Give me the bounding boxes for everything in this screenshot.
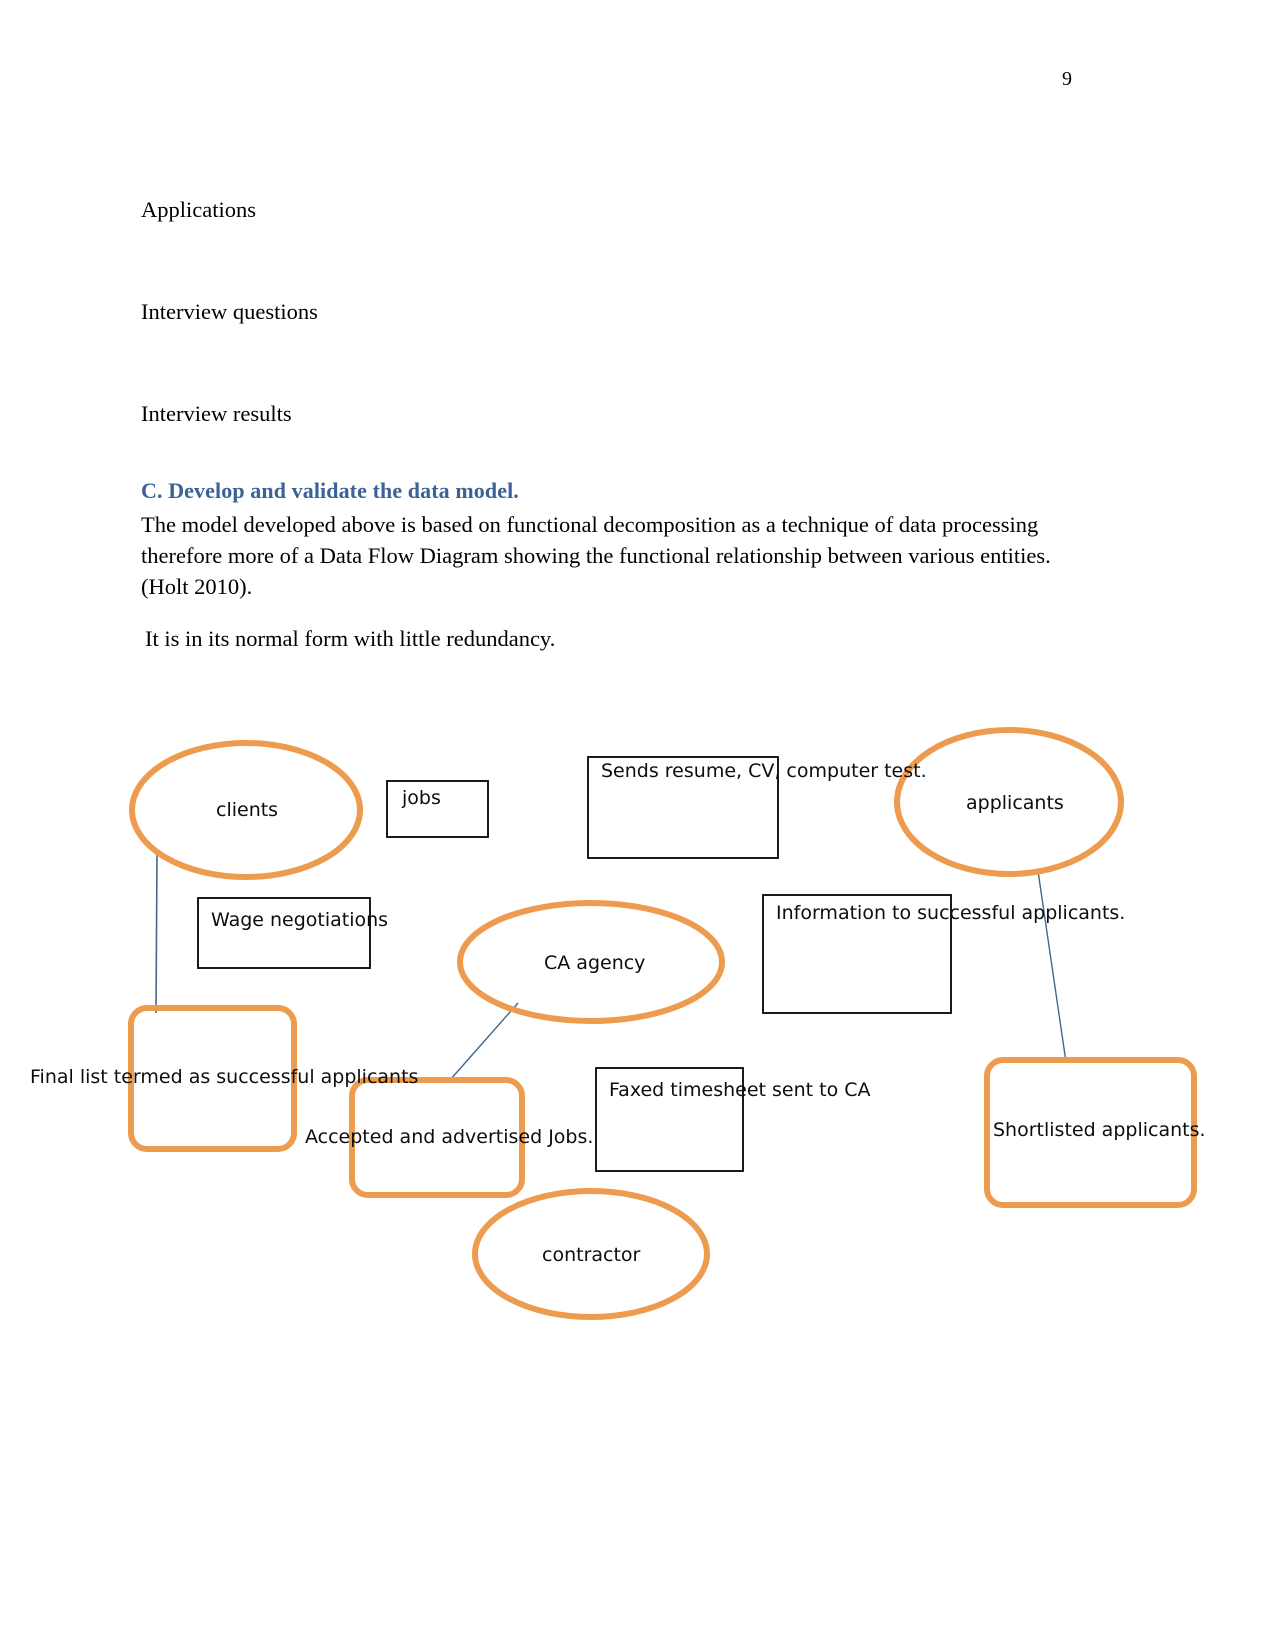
- document-page: 9 Applications Interview questions Inter…: [0, 0, 1275, 1650]
- page-number: 9: [1062, 68, 1072, 90]
- label-ca-agency: CA agency: [544, 952, 646, 974]
- label-sends-resume: Sends resume, CV, computer test.: [601, 760, 927, 782]
- label-accepted-jobs: Accepted and advertised Jobs.: [305, 1126, 594, 1148]
- connector-applicants-shortlisted: [1037, 870, 1067, 1063]
- connector-clients-final-list: [155, 854, 158, 1014]
- label-contractor: contractor: [542, 1244, 641, 1266]
- section-heading: C. Develop and validate the data model.: [141, 478, 519, 503]
- section-paragraph-2: It is in its normal form with little red…: [145, 626, 556, 651]
- label-applicants: applicants: [966, 792, 1064, 814]
- data-flow-diagram: [0, 0, 1275, 1650]
- label-faxed-timesheet: Faxed timesheet sent to CA: [609, 1079, 871, 1101]
- label-final-list: Final list termed as successful applican…: [30, 1066, 419, 1088]
- connector-ca-agency-accepted: [449, 1002, 519, 1081]
- section-paragraph: The model developed above is based on fu…: [141, 512, 1051, 599]
- entity-ellipses: [129, 727, 1124, 1320]
- text-line-interview-questions: Interview questions: [141, 299, 318, 324]
- store-boxes: [128, 1005, 1197, 1208]
- text-line-applications: Applications: [141, 197, 256, 222]
- label-jobs: jobs: [402, 787, 441, 809]
- label-information-successful: Information to successful applicants.: [776, 902, 1126, 924]
- label-clients: clients: [216, 799, 279, 821]
- text-line-interview-results: Interview results: [141, 401, 292, 426]
- label-wage-negotiations: Wage negotiations: [211, 909, 389, 931]
- label-shortlisted: Shortlisted applicants.: [993, 1119, 1206, 1141]
